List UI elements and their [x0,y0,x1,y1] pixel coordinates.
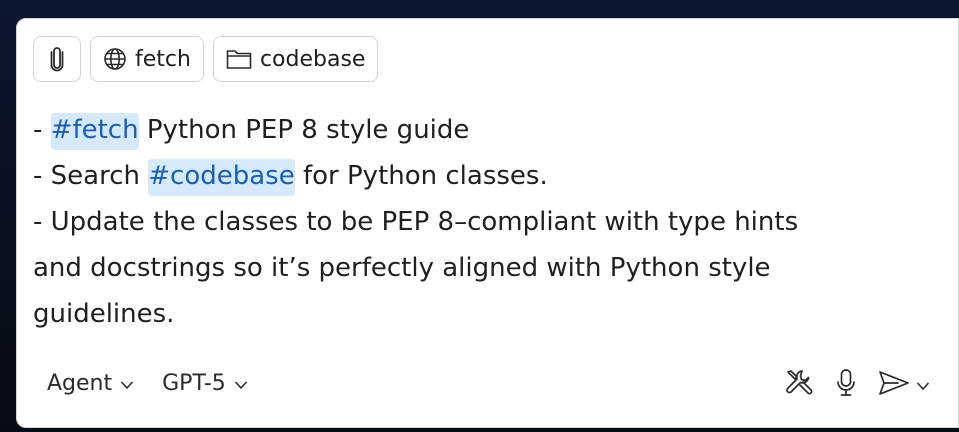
codebase-chip[interactable]: codebase [212,36,379,82]
footer-actions [784,368,930,402]
chevron-down-icon[interactable] [916,376,930,395]
send-button[interactable] [878,370,930,400]
codebase-tag[interactable]: #codebase [148,159,295,196]
model-label: GPT-5 [162,371,226,396]
message-line: - Search #codebase for Python classes. [33,153,913,199]
fetch-chip-label: fetch [135,46,191,72]
text-segment: Python PEP 8 style guide [138,115,470,145]
paperclip-icon [50,46,64,72]
context-chips: fetch codebase [33,36,379,82]
chevron-down-icon [120,371,134,396]
folder-icon [226,48,252,70]
text-segment: - [33,115,51,145]
fetch-chip[interactable]: fetch [90,36,204,82]
mode-label: Agent [47,371,113,396]
text-segment: - Search [33,161,149,191]
send-icon [878,370,910,400]
mode-picker[interactable]: Agent [47,371,134,396]
message-textarea[interactable]: - #fetch Python PEP 8 style guide - Sear… [33,107,913,337]
globe-icon [103,47,127,71]
tools-icon[interactable] [784,368,814,402]
codebase-chip-label: codebase [259,46,366,72]
microphone-icon[interactable] [836,368,856,402]
model-picker[interactable]: GPT-5 [162,371,248,396]
fetch-tag[interactable]: #fetch [50,113,139,150]
message-line: and docstrings so it’s perfectly aligned… [33,253,771,283]
message-line: - Update the classes to be PEP 8–complia… [33,207,799,237]
chevron-down-icon [234,371,248,396]
message-line: - #fetch Python PEP 8 style guide [33,107,913,153]
chat-input-panel: fetch codebase - #fetch Python PEP 8 sty… [16,18,959,428]
text-segment: for Python classes. [294,161,548,191]
attach-button[interactable] [33,36,81,82]
message-line: guidelines. [33,299,175,329]
footer-pickers: Agent GPT-5 [47,371,248,396]
